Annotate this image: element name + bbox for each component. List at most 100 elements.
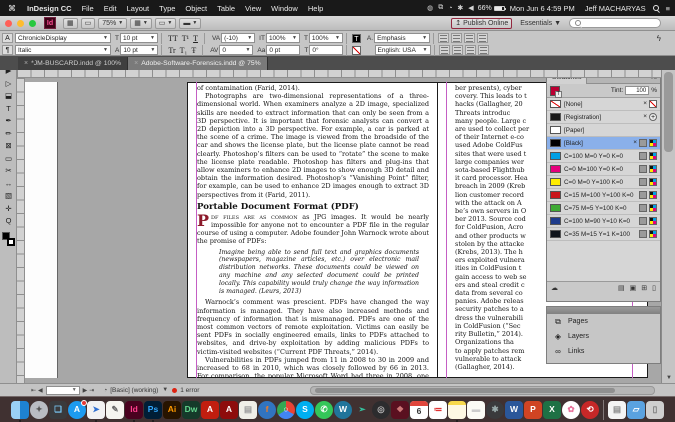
dock-collage-app[interactable]: ❖	[391, 401, 409, 419]
vertical-scrollbar[interactable]: ▼	[661, 56, 675, 383]
language-select[interactable]: English: USA▼	[375, 45, 431, 55]
tool-button[interactable]: ↔	[0, 178, 17, 191]
dock-finder[interactable]	[11, 401, 29, 419]
swatch-fill-proxy[interactable]	[550, 86, 560, 96]
small-caps-button[interactable]: Tr	[168, 46, 175, 55]
dock-notes-doc[interactable]: ▤	[239, 401, 257, 419]
tool-button[interactable]: Q	[0, 215, 17, 228]
dock-acrobat-reader[interactable]: A	[201, 401, 219, 419]
dock-calendar[interactable]: 6	[410, 401, 428, 419]
dock-word[interactable]: W	[505, 401, 523, 419]
text-column-1[interactable]: of contamination (Farid, 2014). Photogra…	[197, 84, 429, 378]
baseline-shift-input[interactable]: 0 pt	[266, 45, 300, 55]
align-center-button[interactable]	[451, 33, 462, 43]
tool-button[interactable]: ✏	[0, 128, 17, 141]
dock-chrome[interactable]: ○	[277, 401, 295, 419]
scrollbar-thumb[interactable]	[664, 72, 673, 152]
new-swatch-icon[interactable]: ⊞	[641, 284, 647, 292]
menu-type[interactable]: Type	[154, 4, 180, 13]
screen-mode-dropdown[interactable]: ▭▼	[155, 18, 177, 29]
menu-object[interactable]: Object	[180, 4, 212, 13]
swatch-themes-icon[interactable]: ▤	[618, 284, 625, 292]
justify-right-button[interactable]	[465, 45, 476, 55]
panel-group-grip[interactable]	[547, 307, 660, 314]
tool-button[interactable]: T	[0, 103, 17, 116]
battery-indicator[interactable]: 66%	[478, 5, 505, 12]
stroke-color-chip[interactable]	[352, 46, 361, 55]
adobe-sensei-icon[interactable]: ϟ	[657, 34, 661, 43]
dock-photos[interactable]: ✿	[562, 401, 580, 419]
skew-input[interactable]: 0°	[309, 45, 343, 55]
stroke-swatch[interactable]	[7, 238, 15, 246]
swatch-row[interactable]: C=0 M=0 Y=100 K=0 ×	[547, 176, 660, 189]
last-page-button[interactable]: ⇥	[89, 387, 94, 394]
document-tab[interactable]: Adobe-Software-Forensics.indd @ 75%	[128, 57, 268, 70]
tracking-input[interactable]: 0▼	[219, 45, 253, 55]
swatch-row[interactable]: [Black] ×	[547, 137, 660, 150]
underline-button[interactable]: T	[193, 34, 198, 43]
previous-page-button[interactable]: ◀	[38, 387, 43, 394]
dock-trash[interactable]: ▯	[646, 401, 664, 419]
menu-table[interactable]: Table	[212, 4, 240, 13]
search-input[interactable]	[569, 18, 661, 28]
pages[interactable]: ⧉ Pages	[547, 314, 660, 329]
dock-mission-control[interactable]: ❏	[49, 401, 67, 419]
close-window-button[interactable]	[5, 20, 12, 27]
dock-sync-app[interactable]: ⟲	[581, 401, 599, 419]
paragraph-formatting-icon[interactable]: ¶	[2, 45, 13, 55]
dock-separator[interactable]	[603, 400, 604, 420]
delete-swatch-icon[interactable]: ▯	[652, 284, 656, 292]
menu-edit[interactable]: Edit	[99, 4, 122, 13]
dock-textedit[interactable]: ✎	[106, 401, 124, 419]
swatch-row[interactable]: C=100 M=0 Y=0 K=0 ×	[547, 150, 660, 163]
cc-libraries-icon[interactable]: ☁	[551, 284, 558, 292]
dock-acrobat-pro[interactable]: A	[220, 401, 238, 419]
dock-photoshop[interactable]: Ps	[144, 401, 162, 419]
font-size-input[interactable]: 10 pt▼	[120, 33, 158, 43]
dock-facetime[interactable]: ✆	[315, 401, 333, 419]
tool-button[interactable]: ⬓	[0, 90, 17, 103]
scroll-down-arrow[interactable]: ▼	[662, 375, 675, 381]
character-formatting-icon[interactable]: A	[2, 33, 13, 43]
tool-button[interactable]: ✒	[0, 115, 17, 128]
dock-maps[interactable]: ➤	[87, 401, 105, 419]
dock-powerpoint[interactable]: P	[524, 401, 542, 419]
dock-settings[interactable]: ✱	[486, 401, 504, 419]
tool-button[interactable]: ⊠	[0, 140, 17, 153]
menu-window[interactable]: Window	[266, 4, 303, 13]
dock-app-store[interactable]: A	[68, 401, 86, 419]
menu-help[interactable]: Help	[303, 4, 328, 13]
swatch-row[interactable]: C=100 M=90 Y=10 K=0 ×	[547, 215, 660, 228]
justify-all-button[interactable]	[478, 45, 489, 55]
dock-excel[interactable]: X	[543, 401, 561, 419]
margin-guide[interactable]	[446, 82, 447, 378]
menu-file[interactable]: File	[77, 4, 99, 13]
page-number-input[interactable]: ▼	[46, 386, 80, 395]
leading-input[interactable]: 10 pt▼	[120, 45, 158, 55]
spotlight-icon[interactable]	[653, 5, 659, 11]
zoom-level-dropdown[interactable]: 75%▼	[98, 18, 127, 29]
dock-indesign[interactable]: Id	[125, 401, 143, 419]
view-options-dropdown[interactable]: ▦▼	[130, 18, 152, 29]
dock-illustrator[interactable]: Ai	[163, 401, 181, 419]
dock-downloads[interactable]: ▱	[627, 401, 645, 419]
vertical-ruler[interactable]	[17, 78, 25, 383]
bluetooth-icon[interactable]: ✱	[457, 4, 463, 12]
preflight-status[interactable]: ◔ [Basic] (working) ▼ 1 error	[103, 387, 199, 394]
swatch-row[interactable]: C=15 M=100 Y=100 K=0 ×	[547, 189, 660, 202]
dock-airmail[interactable]: ➢	[353, 401, 371, 419]
dock-documents[interactable]: ▤	[608, 401, 626, 419]
font-style-select[interactable]: Italic▼	[15, 45, 111, 55]
tool-button[interactable]: ✂	[0, 165, 17, 178]
arrange-documents-dropdown[interactable]: ▬▼	[179, 18, 201, 29]
color-group-icon[interactable]: ▣	[630, 284, 637, 292]
swatch-row[interactable]: C=35 M=15 Y=1 K=100 ×	[547, 228, 660, 241]
justify-center-button[interactable]	[452, 45, 463, 55]
swatch-row[interactable]: C=0 M=100 Y=0 K=0 ×	[547, 163, 660, 176]
notification-center-icon[interactable]: ≡	[661, 4, 675, 13]
links[interactable]: ∞ Links	[547, 344, 660, 359]
justify-left-button[interactable]	[439, 45, 450, 55]
tool-button[interactable]: ✛	[0, 203, 17, 216]
horizontal-scrollbar-thumb[interactable]	[315, 388, 615, 393]
volume-icon[interactable]: ◀	[468, 4, 473, 12]
